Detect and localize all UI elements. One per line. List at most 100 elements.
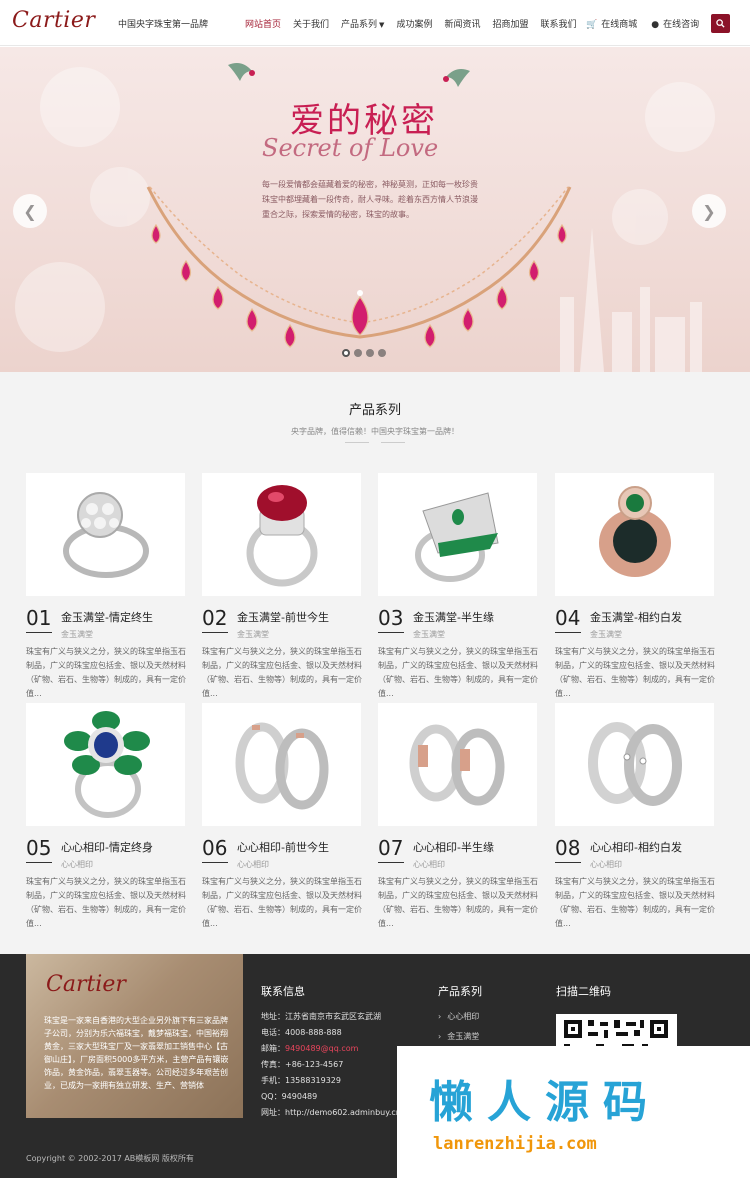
slide-dot[interactable] xyxy=(378,349,386,357)
product-category: 金玉满堂 xyxy=(590,630,622,639)
product-card[interactable]: 06 心心相印-前世今生 心心相印 珠宝有广义与狭义之分，狭义的珠宝单指玉石制品… xyxy=(202,703,362,928)
product-number: 06 xyxy=(202,836,228,860)
product-desc: 珠宝有广义与狭义之分，狭义的珠宝单指玉石制品，广义的珠宝应包括金、银以及天然材料… xyxy=(26,877,186,928)
slogan: 中国央字珠宝第一品牌 xyxy=(118,20,209,30)
product-number: 07 xyxy=(378,836,404,860)
nav-products[interactable]: 产品系列 ▼ xyxy=(341,17,384,30)
page: Cartier 中国央字珠宝第一品牌 网站首页 关于我们 产品系列 ▼ 成功案例 … xyxy=(0,0,750,1178)
online-shop-label: 在线商城 xyxy=(601,19,638,30)
chevron-right-icon: › xyxy=(438,1032,442,1041)
main-nav: 网站首页 关于我们 产品系列 ▼ 成功案例 新闻资讯 招商加盟 联系我们 xyxy=(245,0,589,46)
product-card[interactable]: 01 金玉满堂-情定终生 金玉满堂 珠宝有广义与狭义之分，狭义的珠宝单指玉石制品… xyxy=(26,473,186,698)
footer-product-link[interactable]: › 金玉满堂 xyxy=(438,1031,479,1042)
product-category: 心心相印 xyxy=(413,860,445,869)
nav-about[interactable]: 关于我们 xyxy=(293,17,329,30)
nav-home[interactable]: 网站首页 xyxy=(245,17,281,30)
slide-dots xyxy=(342,349,390,357)
product-image[interactable] xyxy=(26,703,185,826)
product-image[interactable] xyxy=(202,703,361,826)
slide-dot[interactable] xyxy=(366,349,374,357)
online-shop-link[interactable]: 🛒 在线商城 xyxy=(586,17,637,30)
product-name[interactable]: 心心相印-前世今生 xyxy=(237,839,329,855)
nav-news[interactable]: 新闻资讯 xyxy=(444,17,480,30)
product-number: 03 xyxy=(378,606,404,630)
product-card[interactable]: 08 心心相印-相约白发 心心相印 珠宝有广义与狭义之分，狭义的珠宝单指玉石制品… xyxy=(555,703,715,928)
products-section: 产品系列 央字品牌，值得信赖！中国央字珠宝第一品牌！ 01 金玉满堂-情定终生 … xyxy=(0,372,750,954)
product-category: 金玉满堂 xyxy=(237,630,269,639)
product-card[interactable]: 05 心心相印-情定终身 心心相印 珠宝有广义与狭义之分，狭义的珠宝单指玉石制品… xyxy=(26,703,186,928)
product-category: 金玉满堂 xyxy=(61,630,93,639)
footer-about-text: 珠宝是一家来自香港的大型企业另外旗下有三家品牌子公司，分别为乐六福珠宝，戴梦福珠… xyxy=(44,1016,229,1090)
site-header: Cartier 中国央字珠宝第一品牌 网站首页 关于我们 产品系列 ▼ 成功案例 … xyxy=(0,0,750,46)
footer-product-link-label: 心心相印 xyxy=(447,1012,480,1021)
product-image[interactable] xyxy=(555,473,714,596)
bird-left xyxy=(228,63,255,81)
product-name[interactable]: 金玉满堂-相约白发 xyxy=(590,609,682,625)
qr-title: 扫描二维码 xyxy=(556,985,611,998)
contact-email-row: 邮箱：9490489@qq.com xyxy=(261,1041,401,1057)
product-image[interactable] xyxy=(555,703,714,826)
product-image[interactable] xyxy=(26,473,185,596)
product-desc: 珠宝有广义与狭义之分，狭义的珠宝单指玉石制品，广义的珠宝应包括金、银以及天然材料… xyxy=(202,647,362,698)
logo[interactable]: Cartier xyxy=(12,8,95,33)
product-name[interactable]: 金玉满堂-前世今生 xyxy=(237,609,329,625)
contact-qq: QQ：9490489 xyxy=(261,1092,318,1101)
search-button[interactable] xyxy=(711,14,730,33)
product-card[interactable]: 04 金玉满堂-相约白发 金玉满堂 珠宝有广义与狭义之分，狭义的珠宝单指玉石制品… xyxy=(555,473,715,698)
product-desc: 珠宝有广义与狭义之分，狭义的珠宝单指玉石制品，广义的珠宝应包括金、银以及天然材料… xyxy=(555,647,715,698)
cart-icon: 🛒 xyxy=(586,19,598,30)
product-name[interactable]: 金玉满堂-情定终生 xyxy=(61,609,153,625)
product-name[interactable]: 心心相印-情定终身 xyxy=(61,839,153,855)
footer-product-link-label: 金玉满堂 xyxy=(447,1032,480,1041)
copyright: Copyright © 2002-2017 AB模板网 版权所有 xyxy=(26,1154,194,1163)
watermark: 懒人源码 lanrenzhijia.com xyxy=(397,1046,750,1178)
slide-dot[interactable] xyxy=(354,349,362,357)
product-image[interactable] xyxy=(378,473,537,596)
watermark-title: 懒人源码 xyxy=(429,1077,661,1128)
product-image[interactable] xyxy=(202,473,361,596)
bird-right xyxy=(443,69,470,87)
nav-contact[interactable]: 联系我们 xyxy=(540,17,576,30)
watermark-url: lanrenzhijia.com xyxy=(433,1134,597,1154)
contact-phone: 电话：4008-888-888 xyxy=(261,1028,342,1037)
product-card[interactable]: 07 心心相印-半生缘 心心相印 珠宝有广义与狭义之分，狭义的珠宝单指玉石制品，… xyxy=(378,703,538,928)
footer-about: Cartier 珠宝是一家来自香港的大型企业另外旗下有三家品牌子公司，分别为乐六… xyxy=(26,954,243,1118)
prev-slide-button[interactable]: ❮ xyxy=(13,194,47,228)
qq-icon: ● xyxy=(651,19,660,30)
footer-product-link[interactable]: › 心心相印 xyxy=(438,1011,479,1022)
contact-email-label: 邮箱： xyxy=(261,1044,285,1053)
product-image[interactable] xyxy=(378,703,537,826)
section-divider xyxy=(345,439,405,445)
banner-text: 每一段爱情都会蕴藏着爱的秘密，神秘莫测，正如每一枚珍贵珠宝中都埋藏着一段传奇，耐… xyxy=(262,180,478,219)
section-subtitle: 央字品牌，值得信赖！中国央字珠宝第一品牌！ xyxy=(291,427,459,436)
product-number: 05 xyxy=(26,836,52,860)
contact-fax: 传真：+86-123-4567 xyxy=(261,1060,344,1069)
next-slide-button[interactable]: ❯ xyxy=(692,194,726,228)
hero-banner: 爱的秘密 Secret of Love 每一段爱情都会蕴藏着爱的秘密，神秘莫测，… xyxy=(0,47,750,372)
product-category: 心心相印 xyxy=(590,860,622,869)
contact-site[interactable]: 网址：http://demo602.adminbuy.cn xyxy=(261,1105,401,1121)
caret-down-icon: ▼ xyxy=(379,20,385,29)
product-category: 金玉满堂 xyxy=(413,630,445,639)
arrow-right-icon: ❯ xyxy=(702,201,716,221)
product-name[interactable]: 金玉满堂-半生缘 xyxy=(413,609,494,625)
product-desc: 珠宝有广义与狭义之分，狭义的珠宝单指玉石制品，广义的珠宝应包括金、银以及天然材料… xyxy=(202,877,362,928)
section-title: 产品系列 xyxy=(348,403,401,418)
nav-franchise[interactable]: 招商加盟 xyxy=(492,17,528,30)
contact-mobile: 手机：13588319329 xyxy=(261,1076,341,1085)
product-card[interactable]: 03 金玉满堂-半生缘 金玉满堂 珠宝有广义与狭义之分，狭义的珠宝单指玉石制品，… xyxy=(378,473,538,698)
product-name[interactable]: 心心相印-相约白发 xyxy=(590,839,682,855)
nav-products-label: 产品系列 xyxy=(341,19,378,30)
product-desc: 珠宝有广义与狭义之分，狭义的珠宝单指玉石制品，广义的珠宝应包括金、银以及天然材料… xyxy=(26,647,186,698)
online-consult-link[interactable]: ● 在线咨询 xyxy=(651,17,699,30)
banner-subtitle: Secret of Love xyxy=(262,134,439,162)
nav-cases[interactable]: 成功案例 xyxy=(396,17,432,30)
product-name[interactable]: 心心相印-半生缘 xyxy=(413,839,494,855)
slide-dot[interactable] xyxy=(342,349,350,357)
contact-email[interactable]: 9490489@qq.com xyxy=(285,1044,358,1053)
nav-right: 🛒 在线商城 ● 在线咨询 xyxy=(586,0,713,46)
product-card[interactable]: 02 金玉满堂-前世今生 金玉满堂 珠宝有广义与狭义之分，狭义的珠宝单指玉石制品… xyxy=(202,473,362,698)
chevron-right-icon: › xyxy=(438,1012,442,1021)
search-icon xyxy=(716,19,725,28)
footer-products-title: 产品系列 xyxy=(438,985,482,998)
